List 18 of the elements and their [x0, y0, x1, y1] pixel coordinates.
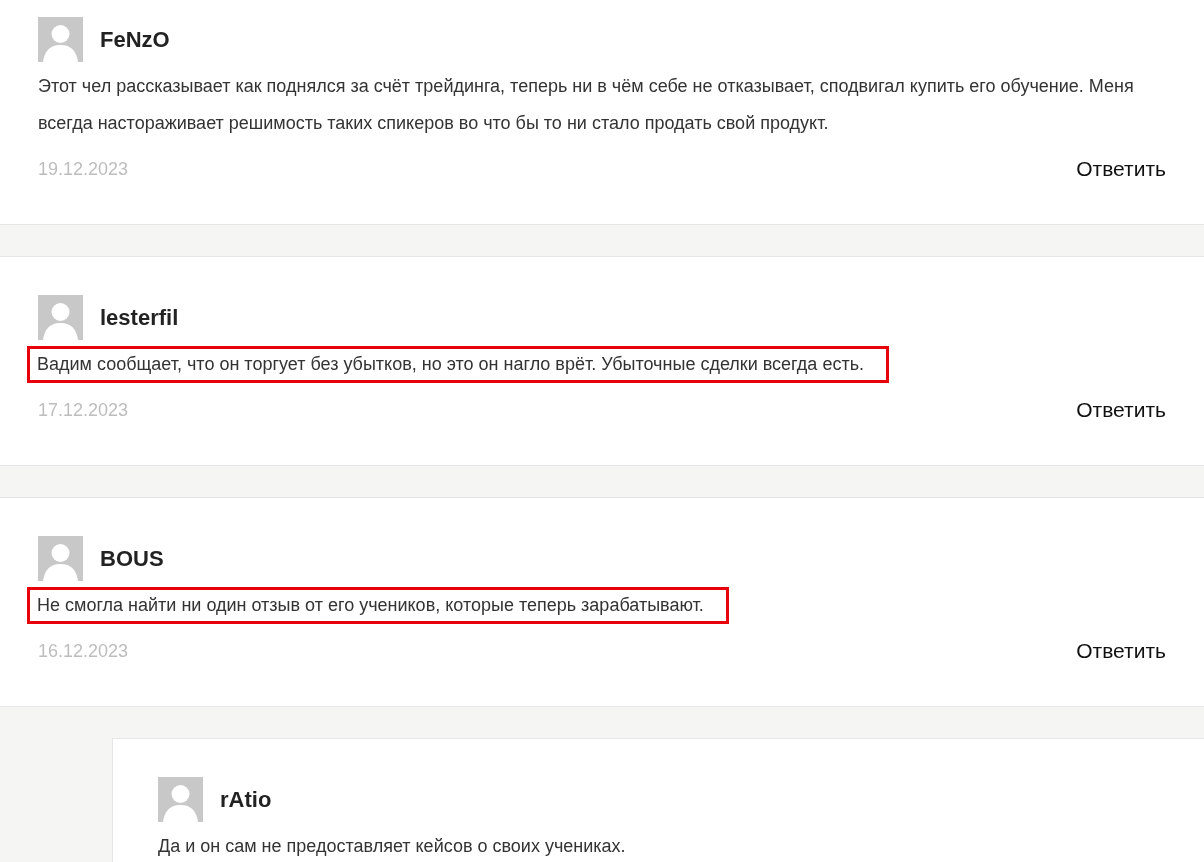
comment-date: 16.12.2023: [38, 640, 129, 663]
avatar-icon: [158, 777, 203, 822]
reply-link[interactable]: Ответить: [1076, 395, 1166, 425]
author-name: rAtio: [220, 786, 272, 813]
comment-text: Не смогла найти ни один отзыв от его учеников, которые теперь зарабатывают.: [27, 587, 729, 624]
comment-date: 19.12.2023: [38, 158, 129, 181]
avatar-icon: [38, 17, 83, 62]
reply-link[interactable]: Ответить: [1076, 154, 1166, 184]
author-name: BOUS: [100, 545, 164, 572]
comment-text: Этот чел рассказывает как поднялся за счёт трейдинга, теперь ни в чём себе не отказывает, сподвигал купить его обучение. Меня всегда настораживает решимость таких спикеров во что бы то ни стало продать свой продукт.: [38, 75, 1135, 135]
avatar-icon: [38, 536, 83, 581]
author-name: lesterfil: [100, 304, 179, 331]
avatar-icon: [38, 295, 83, 340]
reply-link[interactable]: Ответить: [1076, 636, 1166, 666]
comment-date: 17.12.2023: [38, 399, 129, 422]
author-name: FeNzO: [100, 26, 170, 53]
comment-text: Да и он сам не предоставляет кейсов о своих учениках.: [158, 835, 627, 858]
comment-text: Вадим сообщает, что он торгует без убытков, но это он нагло врёт. Убыточные сделки всегда есть.: [27, 346, 889, 383]
